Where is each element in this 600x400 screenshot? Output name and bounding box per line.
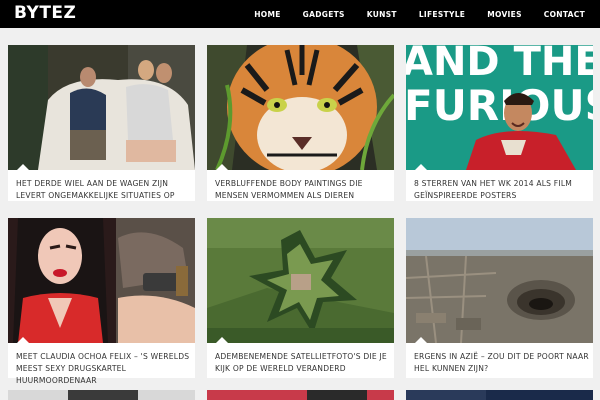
article-title[interactable]: VERBLUFFENDE BODY PAINTINGS DIE MENSEN V… [215,178,391,202]
article-card[interactable]: HET DERDE WIEL AAN DE WAGEN ZIJN LEVERT … [8,45,195,201]
nav-item-home[interactable]: HOME [254,10,280,19]
caption-pointer [17,164,29,170]
article-title[interactable]: ERGENS IN AZIË – ZOU DIT DE POORT NAAR H… [414,351,590,375]
caption-pointer [216,337,228,343]
site-logo[interactable]: BYTEZ [14,3,76,23]
caption-pointer [17,337,29,343]
caption-pointer [415,164,427,170]
article-title[interactable]: ADEMBENEMENDE SATELLIETFOTO'S DIE JE KIJ… [215,351,391,375]
poster-text-line-1: AND THE [406,45,593,85]
nav-item-movies[interactable]: MOVIES [487,10,522,19]
article-thumbnail[interactable] [207,45,394,170]
article-card[interactable]: MEET CLAUDIA OCHOA FELIX – 'S WERELDS ME… [8,218,195,385]
nav-item-lifestyle[interactable]: LIFESTYLE [419,10,465,19]
poster-text-line-2: FURIOUS [406,81,593,130]
article-card[interactable]: AND THE FURIOUS 8 STERREN VAN HET WK 201… [406,45,593,201]
article-thumbnail[interactable] [406,218,593,343]
article-card[interactable] [8,390,195,400]
article-card[interactable]: VERBLUFFENDE BODY PAINTINGS DIE MENSEN V… [207,45,394,201]
main-nav: HOME GADGETS KUNST LIFESTYLE MOVIES CONT… [254,0,600,28]
article-thumbnail[interactable] [8,45,195,170]
article-title[interactable]: MEET CLAUDIA OCHOA FELIX – 'S WERELDS ME… [16,351,192,387]
article-title[interactable]: 8 STERREN VAN HET WK 2014 ALS FILM GEÏNS… [414,178,590,202]
nav-item-gadgets[interactable]: GADGETS [303,10,345,19]
article-card[interactable]: ERGENS IN AZIË – ZOU DIT DE POORT NAAR H… [406,218,593,378]
nav-item-kunst[interactable]: KUNST [367,10,397,19]
top-navigation-bar: BYTEZ HOME GADGETS KUNST LIFESTYLE MOVIE… [0,0,600,28]
article-card[interactable] [406,390,593,400]
article-thumbnail[interactable] [406,390,593,400]
article-title[interactable]: HET DERDE WIEL AAN DE WAGEN ZIJN LEVERT … [16,178,192,202]
article-thumbnail[interactable] [8,218,195,343]
article-thumbnail[interactable] [8,390,195,400]
article-thumbnail[interactable]: AND THE FURIOUS [406,45,593,170]
article-thumbnail[interactable] [207,390,394,400]
caption-pointer [415,337,427,343]
article-card[interactable]: ADEMBENEMENDE SATELLIETFOTO'S DIE JE KIJ… [207,218,394,378]
caption-pointer [216,164,228,170]
article-card[interactable] [207,390,394,400]
nav-item-contact[interactable]: CONTACT [544,10,585,19]
article-thumbnail[interactable] [207,218,394,343]
